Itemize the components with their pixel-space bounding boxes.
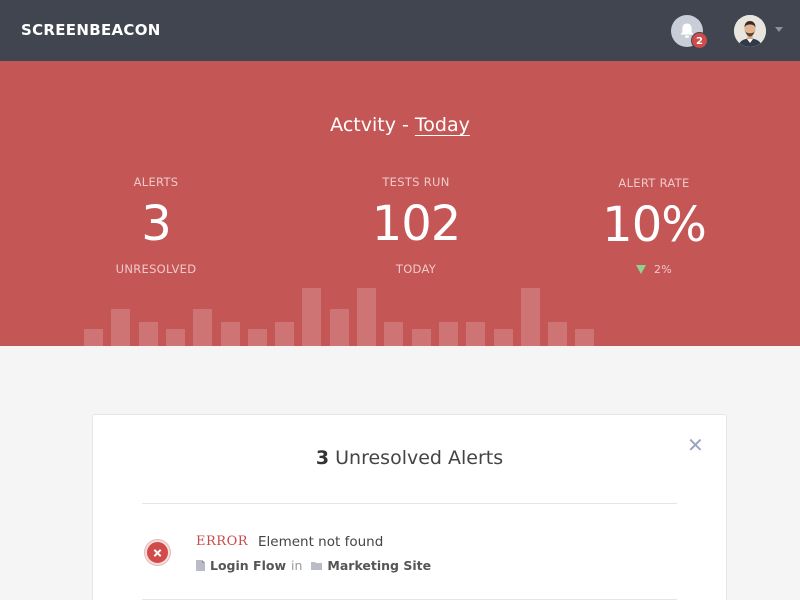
activity-title: Actvity - Today <box>0 114 800 136</box>
alert-message: Element not found <box>258 534 384 550</box>
notification-count-badge: 2 <box>691 32 708 49</box>
stat-alert-rate-trend: 2% <box>554 263 754 277</box>
alerts-count: 3 <box>315 447 330 469</box>
alerts-title-text: Unresolved Alerts <box>329 447 504 469</box>
activity-bar <box>220 322 240 346</box>
activity-bar <box>193 309 213 346</box>
alert-row[interactable]: ERROR Element not found Login Flow in Ma… <box>142 520 677 590</box>
activity-bar <box>438 322 458 346</box>
activity-bar-chart <box>0 276 800 346</box>
activity-range-link[interactable]: Today <box>415 114 470 136</box>
activity-bar <box>466 322 486 346</box>
activity-bar <box>411 329 431 346</box>
notifications-button[interactable]: 2 <box>671 15 708 49</box>
activity-bar <box>165 329 185 346</box>
activity-bar <box>548 322 568 346</box>
top-nav-bar: SCREENBEACON 2 <box>0 0 800 61</box>
folder-icon <box>311 562 323 570</box>
activity-bar <box>275 322 295 346</box>
stat-tests-run-label: TESTS RUN <box>382 175 450 189</box>
activity-summary-panel: Actvity - Today ALERTS 3 UNRESOLVED TEST… <box>0 61 800 346</box>
stat-alert-rate-value: 10% <box>602 197 707 253</box>
trend-down-icon <box>635 265 646 274</box>
user-avatar[interactable] <box>734 15 766 47</box>
stat-alerts-sublabel: UNRESOLVED <box>115 262 197 276</box>
activity-bar <box>111 309 131 346</box>
alert-meta-in: in <box>291 558 303 573</box>
brand-logo[interactable]: SCREENBEACON <box>21 21 161 39</box>
stat-tests-run: TESTS RUN 102 TODAY <box>316 175 516 276</box>
file-icon <box>196 560 205 571</box>
alerts-card-title: 3 Unresolved Alerts <box>93 447 726 469</box>
activity-bar <box>493 329 513 346</box>
activity-bar <box>302 288 322 346</box>
stat-alerts-label: ALERTS <box>133 175 179 189</box>
divider <box>142 503 677 504</box>
activity-bar <box>575 329 595 346</box>
activity-bar <box>84 329 103 346</box>
trend-value: 2% <box>653 263 673 276</box>
stat-alerts: ALERTS 3 UNRESOLVED <box>56 175 256 276</box>
activity-bar <box>247 329 267 346</box>
activity-bar <box>138 322 158 346</box>
alert-type: ERROR <box>196 534 249 549</box>
alert-meta: Login Flow in Marketing Site <box>196 558 431 573</box>
activity-bar <box>357 288 376 346</box>
stat-alerts-value: 3 <box>141 196 172 252</box>
activity-bar <box>329 309 349 346</box>
activity-bar <box>384 322 404 346</box>
activity-title-prefix: Actvity - <box>330 114 415 136</box>
user-photo-icon <box>734 15 766 47</box>
stat-alert-rate: ALERT RATE 10% 2% <box>554 176 754 277</box>
stat-tests-run-sublabel: TODAY <box>395 262 437 276</box>
project-link[interactable]: Marketing Site <box>327 558 431 573</box>
activity-bar <box>520 288 540 346</box>
error-icon <box>145 540 170 565</box>
user-menu-chevron-down-icon[interactable] <box>775 27 783 32</box>
unresolved-alerts-card: ✕ 3 Unresolved Alerts ERROR Element not … <box>92 414 727 600</box>
test-link[interactable]: Login Flow <box>210 558 286 573</box>
stat-tests-run-value: 102 <box>371 196 462 252</box>
stat-alert-rate-label: ALERT RATE <box>618 176 690 190</box>
